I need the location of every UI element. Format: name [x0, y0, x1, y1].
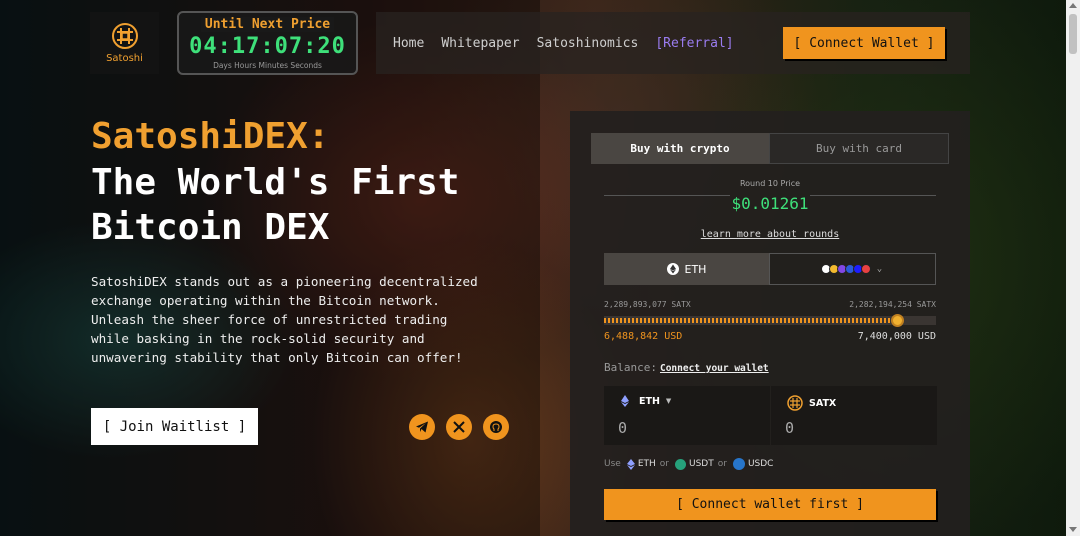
x-icon[interactable] — [446, 414, 472, 440]
round-price: $0.01261 — [731, 194, 809, 213]
caret-down-icon: ▼ — [665, 397, 672, 405]
scroll-down-arrow-icon[interactable] — [1069, 527, 1077, 532]
sold-satx: 2,289,893,077 SATX — [604, 300, 691, 309]
usdt-icon — [675, 458, 686, 470]
nav-home[interactable]: Home — [393, 36, 424, 51]
hero-title-line2: Bitcoin DEX — [91, 207, 330, 248]
currency-eth-label: ETH — [684, 262, 707, 276]
raised-usd: 6,488,842 USD — [604, 331, 683, 342]
scroll-thumb[interactable] — [1069, 14, 1077, 54]
learn-more-link[interactable]: learn more about rounds — [570, 229, 970, 240]
github-icon[interactable] — [483, 414, 509, 440]
background-overlay — [0, 0, 540, 536]
receive-token-label: SATX — [809, 397, 837, 409]
wallet-first-label: [ Connect wallet first ] — [676, 497, 864, 512]
use-usdc[interactable]: USDC — [748, 459, 774, 469]
balance-label: Balance: — [604, 361, 657, 374]
tab-buy-crypto[interactable]: Buy with crypto — [591, 133, 769, 164]
pay-amount-input[interactable]: 0 — [618, 419, 627, 437]
pay-input-box[interactable]: ETH ▼ 0 — [604, 386, 770, 445]
nav-referral[interactable]: [Referral] — [655, 36, 733, 51]
logo-text: Satoshi — [106, 53, 143, 64]
nav-satoshinomics[interactable]: Satoshinomics — [537, 36, 639, 51]
currency-selector: ETH ⌄ — [604, 253, 936, 285]
join-waitlist-button[interactable]: [ Join Waitlist ] — [91, 408, 258, 445]
connect-your-wallet-link[interactable]: Connect your wallet — [660, 363, 769, 374]
progress-knob — [890, 314, 904, 327]
chevron-down-icon: ⌄ — [876, 264, 883, 274]
round-label: Round 10 Price — [739, 179, 801, 188]
countdown-title: Until Next Price — [200, 17, 335, 32]
receive-input-box[interactable]: SATX 0 — [771, 386, 937, 445]
eth-icon — [621, 395, 629, 407]
connect-wallet-first-button[interactable]: [ Connect wallet first ] — [604, 489, 936, 520]
currency-other-dropdown[interactable]: ⌄ — [769, 253, 936, 285]
scroll-up-arrow-icon[interactable] — [1069, 3, 1077, 8]
target-usd: 7,400,000 USD — [857, 331, 936, 342]
logo[interactable]: Satoshi — [90, 12, 159, 74]
satx-icon — [787, 395, 803, 411]
telegram-icon[interactable] — [409, 414, 435, 440]
connect-wallet-button[interactable]: [ Connect Wallet ] — [783, 27, 945, 59]
presale-widget: Buy with crypto Buy with card Round 10 P… — [570, 111, 970, 536]
page-scrollbar[interactable] — [1066, 0, 1080, 536]
use-usdt[interactable]: USDT — [689, 459, 714, 469]
hero-title-accent: SatoshiDEX: — [91, 116, 330, 157]
usdc-icon — [732, 458, 745, 470]
use-eth[interactable]: ETH — [638, 459, 656, 469]
nav-whitepaper[interactable]: Whitepaper — [441, 36, 519, 51]
currency-eth-button[interactable]: ETH — [604, 253, 769, 285]
progress-bar-fill — [604, 318, 893, 323]
avax-icon — [860, 264, 871, 274]
receive-amount-input[interactable]: 0 — [785, 419, 794, 437]
hero-title-line1: The World's First — [91, 162, 460, 203]
countdown-units: Days Hours Minutes Seconds — [213, 61, 322, 70]
eth-icon — [626, 458, 635, 470]
use-tokens-row: Use ETH or USDT or USDC — [604, 458, 777, 470]
countdown-timer: Until Next Price 04:17:07:20 Days Hours … — [177, 11, 358, 75]
use-label: Use — [604, 459, 621, 469]
pay-token-selector[interactable]: ETH ▼ — [620, 395, 671, 407]
total-satx: 2,282,194,254 SATX — [849, 300, 936, 309]
progress-bar — [604, 314, 936, 327]
pay-token-label: ETH — [639, 395, 660, 407]
hero-description: SatoshiDEX stands out as a pioneering de… — [91, 274, 478, 365]
receive-token: SATX — [787, 395, 836, 411]
or-text: or — [659, 459, 669, 469]
payment-tabs: Buy with crypto Buy with card — [591, 133, 949, 164]
countdown-digits: 04:17:07:20 — [189, 34, 346, 59]
satoshi-logo-icon — [111, 23, 138, 49]
or-text: or — [717, 459, 727, 469]
tab-buy-card[interactable]: Buy with card — [769, 133, 949, 164]
balance-row: Balance: Connect your wallet — [604, 361, 769, 374]
eth-icon — [666, 263, 679, 275]
